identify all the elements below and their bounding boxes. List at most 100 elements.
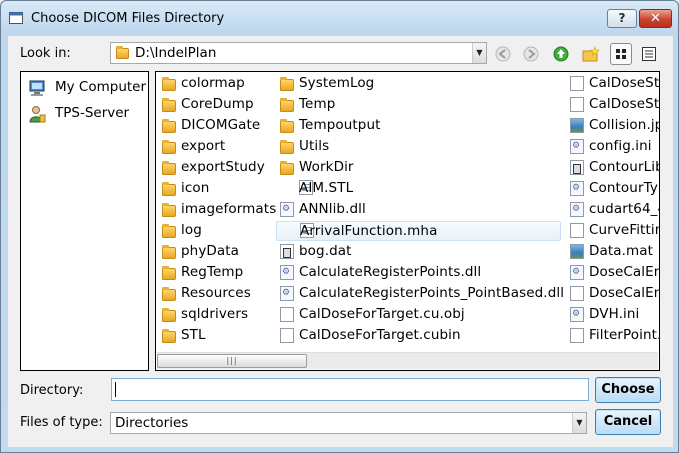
file-name: icon (181, 180, 210, 196)
app-icon (9, 12, 23, 24)
file-item[interactable]: log (158, 221, 273, 241)
settings-file-icon (280, 265, 294, 280)
back-arrow-icon[interactable] (493, 44, 513, 64)
choose-button[interactable]: Choose (595, 377, 661, 403)
file-item[interactable]: SystemLog (276, 74, 561, 94)
folder-icon (162, 287, 176, 301)
help-button[interactable]: ? (607, 9, 637, 28)
sidebar-item-label: TPS-Server (55, 105, 130, 121)
list-view-icon[interactable] (610, 43, 632, 65)
file-icon (280, 328, 294, 343)
folder-icon (162, 203, 176, 217)
file-item[interactable]: CalDoseForTarget.cubin (276, 326, 561, 346)
file-name: phyData (181, 243, 240, 259)
directory-label: Directory: (20, 383, 84, 398)
file-item[interactable]: CalDoseStr (566, 95, 660, 115)
file-item[interactable]: CalculateRegisterPoints.dll (276, 263, 561, 283)
scrollbar-thumb[interactable]: ||| (157, 354, 307, 368)
computer-icon (29, 80, 45, 96)
title-bar[interactable]: Choose DICOM Files Directory ? ✕ (1, 1, 678, 35)
close-button[interactable]: ✕ (639, 9, 672, 28)
cancel-button[interactable]: Cancel (595, 409, 661, 435)
lookin-label: Look in: (20, 46, 71, 61)
file-icon (570, 76, 584, 91)
file-item[interactable]: Collision.jp (566, 116, 660, 136)
folder-icon (162, 224, 176, 238)
lookin-combo[interactable]: D:\IndelPlan ▼ (110, 42, 487, 64)
file-item[interactable]: WorkDir (276, 158, 561, 178)
file-name: FilterPoint. (589, 327, 660, 343)
directory-input[interactable] (111, 378, 589, 401)
file-item[interactable]: config.ini (566, 137, 659, 157)
user-icon (29, 106, 46, 123)
file-item[interactable]: DoseCalEn (566, 284, 659, 304)
sidebar-item-tps-server[interactable]: TPS-Server (25, 103, 150, 125)
file-item[interactable]: STL (158, 326, 273, 346)
file-item[interactable]: ContourLib. (566, 158, 659, 178)
folder-icon (162, 308, 176, 322)
text-caret (115, 382, 116, 397)
file-item[interactable]: icon (158, 179, 273, 199)
lookin-path: D:\IndelPlan (135, 45, 217, 61)
file-item[interactable]: DICOMGate (158, 116, 273, 136)
file-item[interactable]: Resources (158, 284, 273, 304)
filetype-combo[interactable]: Directories ▼ (110, 412, 587, 434)
folder-icon (116, 46, 129, 59)
file-item[interactable]: cudart64_4 (566, 200, 659, 220)
file-item[interactable]: sqldrivers (158, 305, 273, 325)
horizontal-scrollbar[interactable]: ||| (157, 352, 658, 369)
file-item[interactable]: exportStudy (158, 158, 273, 178)
folder-icon (280, 98, 294, 112)
window-title: Choose DICOM Files Directory (31, 11, 225, 26)
file-item[interactable]: bog.dat (276, 242, 561, 262)
settings-file-icon (570, 181, 584, 196)
file-name: CalDoseStr (589, 96, 660, 112)
file-name: ContourLib. (589, 159, 659, 175)
file-item[interactable]: AIM.STL (276, 179, 561, 199)
file-icon (570, 286, 584, 301)
file-name: DoseCalEn (589, 264, 660, 280)
chevron-down-icon[interactable]: ▼ (472, 43, 486, 63)
forward-arrow-icon[interactable] (521, 44, 541, 64)
file-item[interactable]: RegTemp (158, 263, 273, 283)
file-item[interactable]: export (158, 137, 273, 157)
file-item[interactable]: CurveFitting (566, 221, 659, 241)
file-item[interactable]: CalDoseForTarget.cu.obj (276, 305, 561, 325)
file-name: CalDoseForTarget.cu.obj (299, 306, 465, 322)
folder-icon (280, 119, 294, 133)
new-folder-icon[interactable] (581, 44, 601, 64)
file-item[interactable]: ContourTyp (566, 179, 659, 199)
file-name: CalculateRegisterPoints_PointBased.dll (299, 285, 565, 301)
file-item[interactable]: CalDoseStr (566, 74, 659, 94)
file-name: Utils (299, 138, 330, 154)
file-item[interactable]: colormap (158, 74, 273, 94)
file-item[interactable]: ANNlib.dll (276, 200, 561, 220)
file-item[interactable]: FilterPoint. (566, 326, 660, 346)
folder-icon (162, 329, 176, 343)
file-item[interactable]: phyData (158, 242, 273, 262)
file-item[interactable]: DoseCalEn (566, 263, 660, 283)
file-name: SystemLog (299, 75, 375, 91)
file-name: Collision.jp (589, 117, 660, 133)
file-item[interactable]: CoreDump (158, 95, 273, 115)
detail-view-icon[interactable] (638, 43, 660, 65)
file-item[interactable]: imageformats (158, 200, 276, 220)
filetype-value: Directories (115, 415, 189, 431)
file-item[interactable]: Temp (276, 95, 561, 115)
file-item[interactable]: CalculateRegisterPoints_PointBased.dll (276, 284, 565, 304)
sidebar-item-my-computer[interactable]: My Computer (25, 77, 150, 99)
file-item[interactable]: Data.mat (566, 242, 659, 262)
file-name: exportStudy (181, 159, 265, 175)
file-item[interactable]: DVH.ini (566, 305, 659, 325)
file-item[interactable]: ArrivalFunction.mha (276, 221, 561, 241)
settings-file-icon (570, 139, 584, 154)
file-name: ArrivalFunction.mha (300, 223, 438, 239)
parent-directory-icon[interactable] (551, 44, 571, 64)
file-item[interactable]: Utils (276, 137, 561, 157)
dialog-window: Choose DICOM Files Directory ? ✕ Look in… (0, 0, 679, 453)
folder-icon (162, 98, 176, 112)
file-name: AIM.STL (299, 180, 354, 196)
file-list[interactable]: colormap CoreDump DICOMGate export exportStu… (155, 71, 660, 371)
chevron-down-icon[interactable]: ▼ (572, 413, 586, 433)
file-item[interactable]: Tempoutput (276, 116, 561, 136)
